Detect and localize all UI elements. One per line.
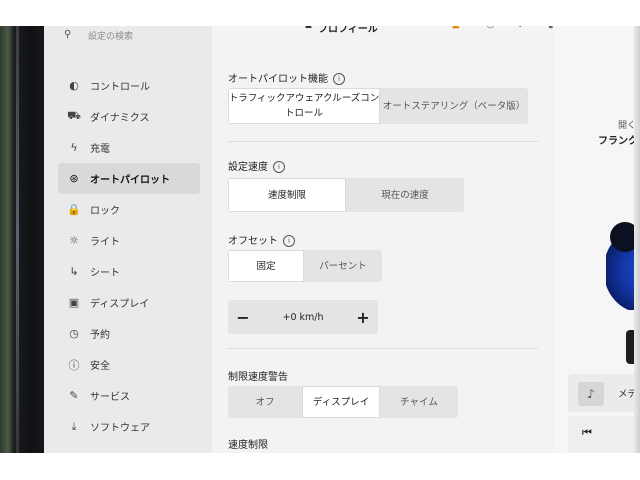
sidebar-item-label: ライト bbox=[90, 237, 120, 248]
offset-title: オフセット i bbox=[228, 232, 295, 247]
touchscreen: ⚲ 設定の検索 ◐ コントロール ⛟ ダイナミクス ϟ 充電 ⊛ オートパイロット 🔒 ロック ☼ ラ… bbox=[44, 26, 640, 453]
sidebar-item-label: ダイナミクス bbox=[90, 113, 150, 124]
sidebar-item-label: コントロール bbox=[90, 82, 150, 93]
photo-top-margin bbox=[0, 0, 640, 26]
sidebar-item[interactable]: ↳ シート bbox=[44, 256, 212, 287]
speed-limit-warning-selector: オフ ディスプレイ チャイム bbox=[228, 386, 458, 418]
settings-sidebar: ⚲ 設定の検索 ◐ コントロール ⛟ ダイナミクス ϟ 充電 ⊛ オートパイロット 🔒 ロック ☼ ラ… bbox=[44, 26, 212, 453]
media-controls: ⏮ bbox=[568, 416, 640, 453]
sidebar-item-label: ディスプレイ bbox=[90, 299, 150, 310]
photo-bottom-margin bbox=[0, 453, 640, 480]
autopilot-settings-panel: オートパイロット機能 i トラフィックアウェアクルーズコントロール オートステアリ… bbox=[212, 26, 554, 453]
option-traffic-aware-cruise-control[interactable]: トラフィックアウェアクルーズコントロール bbox=[228, 88, 380, 124]
autopilot-features-title-text: オートパイロット機能 bbox=[228, 74, 328, 85]
info-icon[interactable]: i bbox=[333, 73, 345, 85]
speed-limit-warning-title: 制限速度警告 bbox=[228, 372, 288, 383]
toggle-icon: ◐ bbox=[69, 79, 79, 92]
decrement-button[interactable]: − bbox=[228, 308, 258, 327]
sidebar-item[interactable]: ✎ サービス bbox=[44, 380, 212, 411]
option-percent[interactable]: パーセント bbox=[304, 250, 382, 282]
increment-button[interactable]: + bbox=[348, 308, 378, 327]
sidebar-item[interactable]: ➤ナビゲーション bbox=[44, 442, 212, 453]
media-player[interactable]: ♪ メディ bbox=[568, 374, 640, 412]
section-divider bbox=[228, 348, 538, 349]
offset-title-text: オフセット bbox=[228, 236, 278, 247]
offset-value: +0 km/h bbox=[282, 311, 324, 323]
bezel-glint bbox=[16, 26, 19, 453]
offset-stepper: − +0 km/h + bbox=[228, 300, 378, 334]
sidebar-item[interactable]: ◐ コントロール bbox=[44, 70, 212, 101]
clock-icon: ◷ bbox=[69, 327, 79, 340]
sidebar-item[interactable]: ⊛ オートパイロット bbox=[58, 163, 200, 194]
sidebar-nav: ◐ コントロール ⛟ ダイナミクス ϟ 充電 ⊛ オートパイロット 🔒 ロック ☼ ライト ↳ シート ▣ デ… bbox=[44, 70, 212, 453]
option-display[interactable]: ディスプレイ bbox=[302, 386, 380, 418]
sidebar-item[interactable]: ϟ 充電 bbox=[44, 132, 212, 163]
sidebar-item-label: 安全 bbox=[90, 361, 110, 372]
display-icon: ▣ bbox=[68, 296, 80, 309]
autopilot-features-title: オートパイロット機能 i bbox=[228, 70, 345, 85]
sidebar-item-label: オートパイロット bbox=[90, 175, 170, 186]
offset-selector: 固定 パーセント bbox=[228, 250, 382, 282]
info-icon[interactable]: i bbox=[273, 161, 285, 173]
sidebar-item-label: ソフトウェア bbox=[90, 423, 150, 434]
screen-bezel bbox=[0, 26, 44, 453]
search-input[interactable]: 設定の検索 bbox=[88, 29, 133, 42]
bolt-icon: ϟ bbox=[70, 141, 78, 154]
car-icon: ⛟ bbox=[67, 109, 81, 122]
info-circle-icon: ⓘ bbox=[68, 358, 80, 372]
sidebar-item-label: 充電 bbox=[90, 144, 110, 155]
skip-previous-icon[interactable]: ⏮ bbox=[582, 426, 592, 440]
option-fixed[interactable]: 固定 bbox=[228, 250, 304, 282]
option-current-speed[interactable]: 現在の速度 bbox=[346, 178, 464, 212]
sidebar-item[interactable]: ☼ ライト bbox=[44, 225, 212, 256]
settings-search[interactable]: ⚲ 設定の検索 bbox=[44, 26, 212, 48]
autopilot-features-selector: トラフィックアウェアクルーズコントロール オートステアリング（ベータ版） bbox=[228, 88, 528, 124]
wrench-icon: ✎ bbox=[69, 389, 79, 402]
info-icon[interactable]: i bbox=[283, 235, 295, 247]
option-chime[interactable]: チャイム bbox=[380, 386, 458, 418]
speed-setting-selector: 速度制限 現在の速度 bbox=[228, 178, 464, 212]
steering-wheel-icon: ⊛ bbox=[69, 172, 79, 185]
sidebar-item[interactable]: ⓘ 安全 bbox=[44, 349, 212, 380]
seat-icon: ↳ bbox=[69, 265, 79, 278]
download-icon: ⤓ bbox=[71, 419, 77, 433]
speed-limit-title: 速度制限 bbox=[228, 440, 268, 451]
vehicle-panel: 開く フランク ⚠ ♪ メディ ⏮ bbox=[554, 26, 640, 453]
option-speed-limit[interactable]: 速度制限 bbox=[228, 178, 346, 212]
sidebar-item-label: 予約 bbox=[90, 330, 110, 341]
sun-icon: ☼ bbox=[69, 234, 79, 247]
sidebar-item-label: サービス bbox=[90, 392, 130, 403]
sidebar-item[interactable]: 🔒 ロック bbox=[44, 194, 212, 225]
section-divider bbox=[228, 141, 538, 142]
sidebar-item[interactable]: ▣ ディスプレイ bbox=[44, 287, 212, 318]
music-note-icon: ♪ bbox=[578, 382, 604, 406]
option-off[interactable]: オフ bbox=[228, 386, 302, 418]
speed-setting-title-text: 設定速度 bbox=[228, 162, 268, 173]
sidebar-item-label: シート bbox=[90, 268, 120, 279]
sidebar-item-label: ロック bbox=[90, 206, 120, 217]
sidebar-item[interactable]: ⤓ ソフトウェア bbox=[44, 411, 212, 442]
sidebar-item[interactable]: ◷ 予約 bbox=[44, 318, 212, 349]
frunk-label[interactable]: フランク bbox=[598, 132, 638, 147]
screen-edge bbox=[634, 26, 640, 453]
speed-setting-title: 設定速度 i bbox=[228, 158, 285, 173]
sidebar-item[interactable]: ⛟ ダイナミクス bbox=[44, 101, 212, 132]
search-icon: ⚲ bbox=[64, 29, 72, 40]
lock-icon: 🔒 bbox=[67, 203, 81, 216]
option-autosteer-beta[interactable]: オートステアリング（ベータ版） bbox=[380, 88, 528, 124]
